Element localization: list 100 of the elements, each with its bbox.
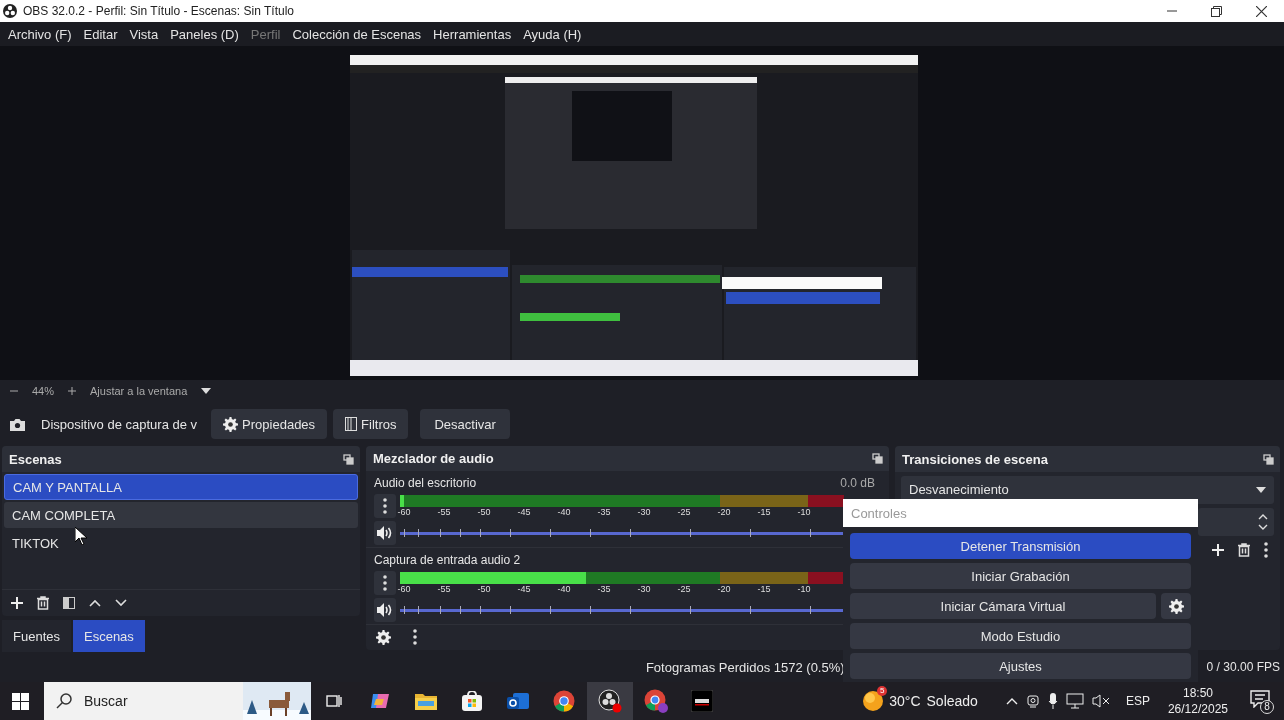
menu-item[interactable]: Ayuda (H) [517,26,588,42]
meter-scale-label: -50 [477,584,491,594]
settings-button[interactable] [1161,593,1191,619]
zoom-out-icon[interactable] [10,387,18,395]
filter-icon[interactable] [63,597,75,609]
meter-scale-label: -45 [517,507,531,518]
float-icon[interactable] [1263,453,1274,465]
menu-item[interactable]: Archivo (F) [2,26,78,42]
control-button[interactable]: Iniciar Cámara Virtual [850,593,1156,619]
source-name: Dispositivo de captura de v [41,416,198,432]
more-icon[interactable] [383,498,387,515]
float-icon[interactable] [872,453,883,465]
fps-reading: 0 / 30.00 FPS [1206,660,1280,674]
more-icon[interactable] [1264,542,1268,558]
advanced-settings-icon[interactable] [376,629,391,645]
dock-tab[interactable]: Escenas [73,620,145,652]
channel-name: Audio del escritorio [374,476,477,491]
move-down-icon[interactable] [115,599,127,607]
control-button[interactable]: Ajustes [850,653,1191,679]
channel-name: Captura de entrada audio 2 [374,553,521,567]
meter-scale-label: -10 [797,507,811,518]
mute-button[interactable] [374,521,396,546]
gear-icon[interactable] [223,416,239,432]
zoom-mode[interactable]: Ajustar a la ventana [90,385,188,397]
zoom-in-icon[interactable] [68,387,77,395]
add-icon[interactable] [1212,544,1224,556]
search-field[interactable]: Buscar [44,682,311,720]
panel-title: Transiciones de escena [902,451,1048,467]
clock-time: 18:50 [1182,685,1213,701]
scene-item[interactable]: CAM COMPLETA [4,502,358,528]
control-button[interactable]: Iniciar Grabación [850,563,1191,589]
close-icon[interactable] [1256,5,1267,17]
weather-widget[interactable]: 5 30°C Soleado [863,685,980,717]
panel-title: Mezclador de audio [373,451,494,467]
clock-date: 26/12/2025 [1167,701,1228,717]
control-button[interactable]: Detener Transmisión [850,533,1191,559]
meter-scale-label: -60 [397,507,411,518]
add-icon[interactable] [11,597,23,609]
channel-menu-button[interactable] [374,571,396,595]
temperature: 30°C [889,693,921,709]
meter-scale-label: -25 [677,507,691,518]
sun-icon [863,691,884,711]
speaker-icon[interactable] [377,526,393,541]
dropdown-icon[interactable] [201,388,212,394]
toolbar-button[interactable]: Propiedades [211,409,328,439]
speaker-icon[interactable] [377,603,393,617]
trash-icon[interactable] [37,596,49,610]
meter-scale-label: -15 [757,507,771,518]
move-up-icon[interactable] [89,599,101,607]
notifications-button[interactable]: 8 [1250,690,1272,712]
obs-logo-icon [3,4,17,18]
maximize-icon[interactable] [1211,5,1222,17]
input-language[interactable]: ESP [1125,694,1150,708]
recording-app-icon [598,689,622,713]
mute-button[interactable] [374,598,396,622]
chevron-up-icon[interactable] [1005,697,1018,705]
meter-scale-label: -20 [717,507,731,518]
toolbar-button[interactable]: Desactivar [420,409,510,439]
clock[interactable]: 18:50 26/12/2025 [1167,685,1228,717]
meter-scale-label: -10 [797,584,811,594]
notification-badge: 5 [877,686,888,696]
settings-icon[interactable] [1168,598,1184,614]
control-button[interactable]: Modo Estudio [850,623,1191,649]
dock-tab[interactable]: Fuentes [2,620,71,652]
more-icon[interactable] [383,575,387,591]
meter-scale-label: -55 [437,507,451,518]
filter-icon [345,417,358,431]
spin-arrows-icon[interactable] [1258,512,1268,532]
menu-item[interactable]: Herramientas [427,26,518,42]
meter-scale-label: -25 [677,584,691,594]
menu-item[interactable]: Colección de Escenas [286,26,428,42]
meter-scale-label: -40 [557,584,571,594]
meter-scale-label: -50 [477,507,491,518]
toolbar-button[interactable]: Filtros [333,409,409,439]
meter-scale-label: -20 [717,584,731,594]
camera-icon[interactable] [1025,693,1040,709]
meter-scale-label: -35 [597,507,611,518]
scene-item[interactable]: TIKTOK [4,530,358,556]
speaker-muted-icon[interactable] [1091,694,1110,708]
mouse-cursor-icon [75,527,87,545]
meter-scale-label: -35 [597,584,611,594]
dropped-frames: Fotogramas Perdidos 1572 (0.5%) [645,659,845,675]
volume-reading: 0.0 dB [840,476,875,491]
store-icon [462,691,482,711]
meter-scale-label: -30 [637,507,651,518]
menu-item[interactable]: Editar [77,26,124,42]
window-title: OBS 32.0.2 - Perfil: Sin Título - Escenas: Sin Título [23,4,295,18]
menu-item[interactable]: Paneles (D) [164,26,245,42]
volume-fader[interactable] [400,605,844,615]
dropdown-icon [1256,487,1266,493]
more-icon[interactable] [413,629,417,646]
network-icon[interactable] [1065,693,1084,709]
trash-icon[interactable] [1238,543,1250,557]
folder-icon [415,692,437,710]
scene-item[interactable]: CAM Y PANTALLA [4,474,358,500]
float-icon[interactable] [343,453,354,465]
channel-menu-button[interactable] [374,494,396,519]
taskbar-app[interactable] [587,682,633,720]
microphone-icon[interactable] [1047,693,1058,709]
menu-item[interactable]: Vista [123,26,165,42]
